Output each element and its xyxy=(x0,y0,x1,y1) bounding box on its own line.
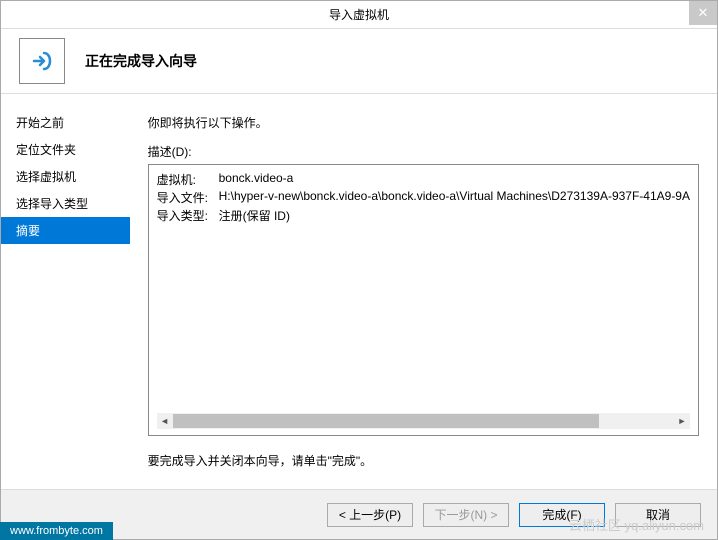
description-content: 虚拟机: bonck.video-a 导入文件: H:\hyper-v-new\… xyxy=(157,171,690,409)
intro-text: 你即将执行以下操作。 xyxy=(148,114,699,131)
finish-button[interactable]: 完成(F) xyxy=(519,503,605,527)
wizard-header: 正在完成导入向导 xyxy=(1,29,717,94)
detail-row-type: 导入类型: 注册(保留 ID) xyxy=(157,207,690,224)
scroll-left-icon[interactable]: ◄ xyxy=(157,413,173,429)
sidebar: 开始之前 定位文件夹 选择虚拟机 选择导入类型 摘要 xyxy=(1,94,130,489)
scroll-track[interactable] xyxy=(173,413,674,429)
sidebar-item-before[interactable]: 开始之前 xyxy=(1,109,130,136)
footnote: 要完成导入并关闭本向导，请单击"完成"。 xyxy=(148,452,699,469)
prev-button[interactable]: < 上一步(P) xyxy=(327,503,413,527)
watermark: www.frombyte.com xyxy=(0,522,113,540)
description-box: 虚拟机: bonck.video-a 导入文件: H:\hyper-v-new\… xyxy=(148,164,699,436)
file-label: 导入文件: xyxy=(157,189,211,206)
close-icon: ✕ xyxy=(698,5,709,21)
next-button: 下一步(N) > xyxy=(423,503,509,527)
description-label: 描述(D): xyxy=(148,143,699,160)
titlebar: 导入虚拟机 ✕ xyxy=(1,1,717,29)
dialog-window: 导入虚拟机 ✕ 正在完成导入向导 开始之前 定位文件夹 选择虚拟机 选择导入类型… xyxy=(0,0,718,540)
scroll-thumb[interactable] xyxy=(173,414,599,428)
vm-value: bonck.video-a xyxy=(219,171,294,188)
detail-row-file: 导入文件: H:\hyper-v-new\bonck.video-a\bonck… xyxy=(157,189,690,206)
cancel-button[interactable]: 取消 xyxy=(615,503,701,527)
main-panel: 你即将执行以下操作。 描述(D): 虚拟机: bonck.video-a 导入文… xyxy=(130,94,717,489)
file-value: H:\hyper-v-new\bonck.video-a\bonck.video… xyxy=(219,189,690,206)
titlebar-title: 导入虚拟机 xyxy=(329,6,389,23)
close-button[interactable]: ✕ xyxy=(689,1,717,25)
wizard-body: 开始之前 定位文件夹 选择虚拟机 选择导入类型 摘要 你即将执行以下操作。 描述… xyxy=(1,94,717,489)
sidebar-item-select-vm[interactable]: 选择虚拟机 xyxy=(1,163,130,190)
scroll-right-icon[interactable]: ► xyxy=(674,413,690,429)
type-label: 导入类型: xyxy=(157,207,211,224)
import-icon xyxy=(19,38,65,84)
sidebar-item-summary[interactable]: 摘要 xyxy=(1,217,130,244)
type-value: 注册(保留 ID) xyxy=(219,207,290,224)
vm-label: 虚拟机: xyxy=(157,171,211,188)
horizontal-scrollbar[interactable]: ◄ ► xyxy=(157,413,690,429)
sidebar-item-import-type[interactable]: 选择导入类型 xyxy=(1,190,130,217)
detail-row-vm: 虚拟机: bonck.video-a xyxy=(157,171,690,188)
sidebar-item-locate[interactable]: 定位文件夹 xyxy=(1,136,130,163)
page-title: 正在完成导入向导 xyxy=(85,51,197,71)
